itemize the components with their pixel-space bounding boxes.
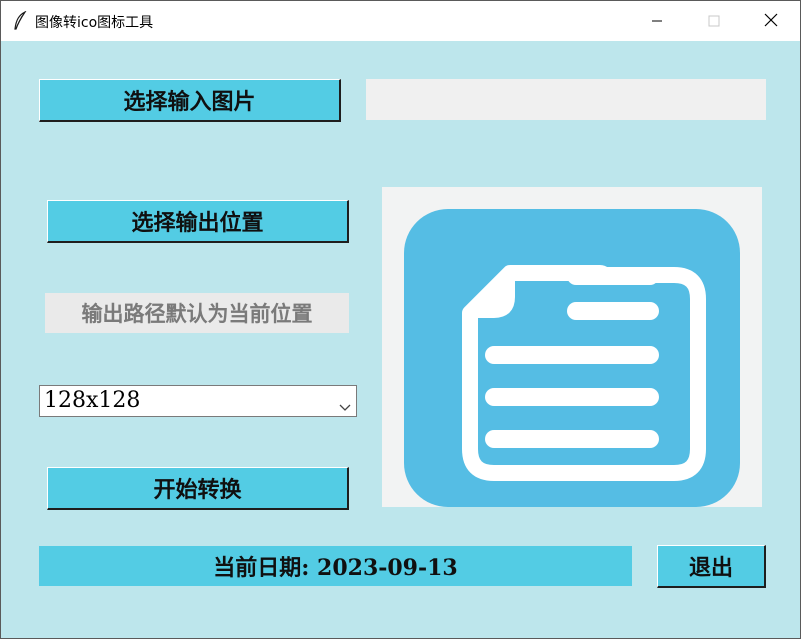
app-window: 图像转ico图标工具 选择输入图片 选择输出位置 输出路径默认为当前位置 128… xyxy=(0,0,801,639)
start-convert-button[interactable]: 开始转换 xyxy=(47,467,349,510)
feather-icon xyxy=(13,10,27,31)
maximize-icon xyxy=(708,12,720,31)
chevron-down-icon[interactable] xyxy=(338,395,352,411)
minimize-icon xyxy=(651,12,663,31)
close-icon xyxy=(764,12,778,31)
close-button[interactable] xyxy=(742,1,800,41)
window-title: 图像转ico图标工具 xyxy=(35,15,154,31)
minimize-button[interactable] xyxy=(628,1,686,41)
select-output-button[interactable]: 选择输出位置 xyxy=(47,200,349,243)
output-path-hint: 输出路径默认为当前位置 xyxy=(45,293,349,333)
title-bar[interactable]: 图像转ico图标工具 xyxy=(1,1,800,41)
maximize-button[interactable] xyxy=(685,1,743,41)
input-path-field[interactable] xyxy=(366,79,766,120)
icon-size-select[interactable]: 128x128 xyxy=(39,385,357,417)
current-date-label: 当前日期: 2023-09-13 xyxy=(39,546,632,586)
exit-button[interactable]: 退出 xyxy=(657,545,766,588)
document-icon xyxy=(382,209,762,511)
icon-size-value: 128x128 xyxy=(44,388,141,413)
select-input-button[interactable]: 选择输入图片 xyxy=(39,79,341,122)
image-preview xyxy=(382,187,762,507)
